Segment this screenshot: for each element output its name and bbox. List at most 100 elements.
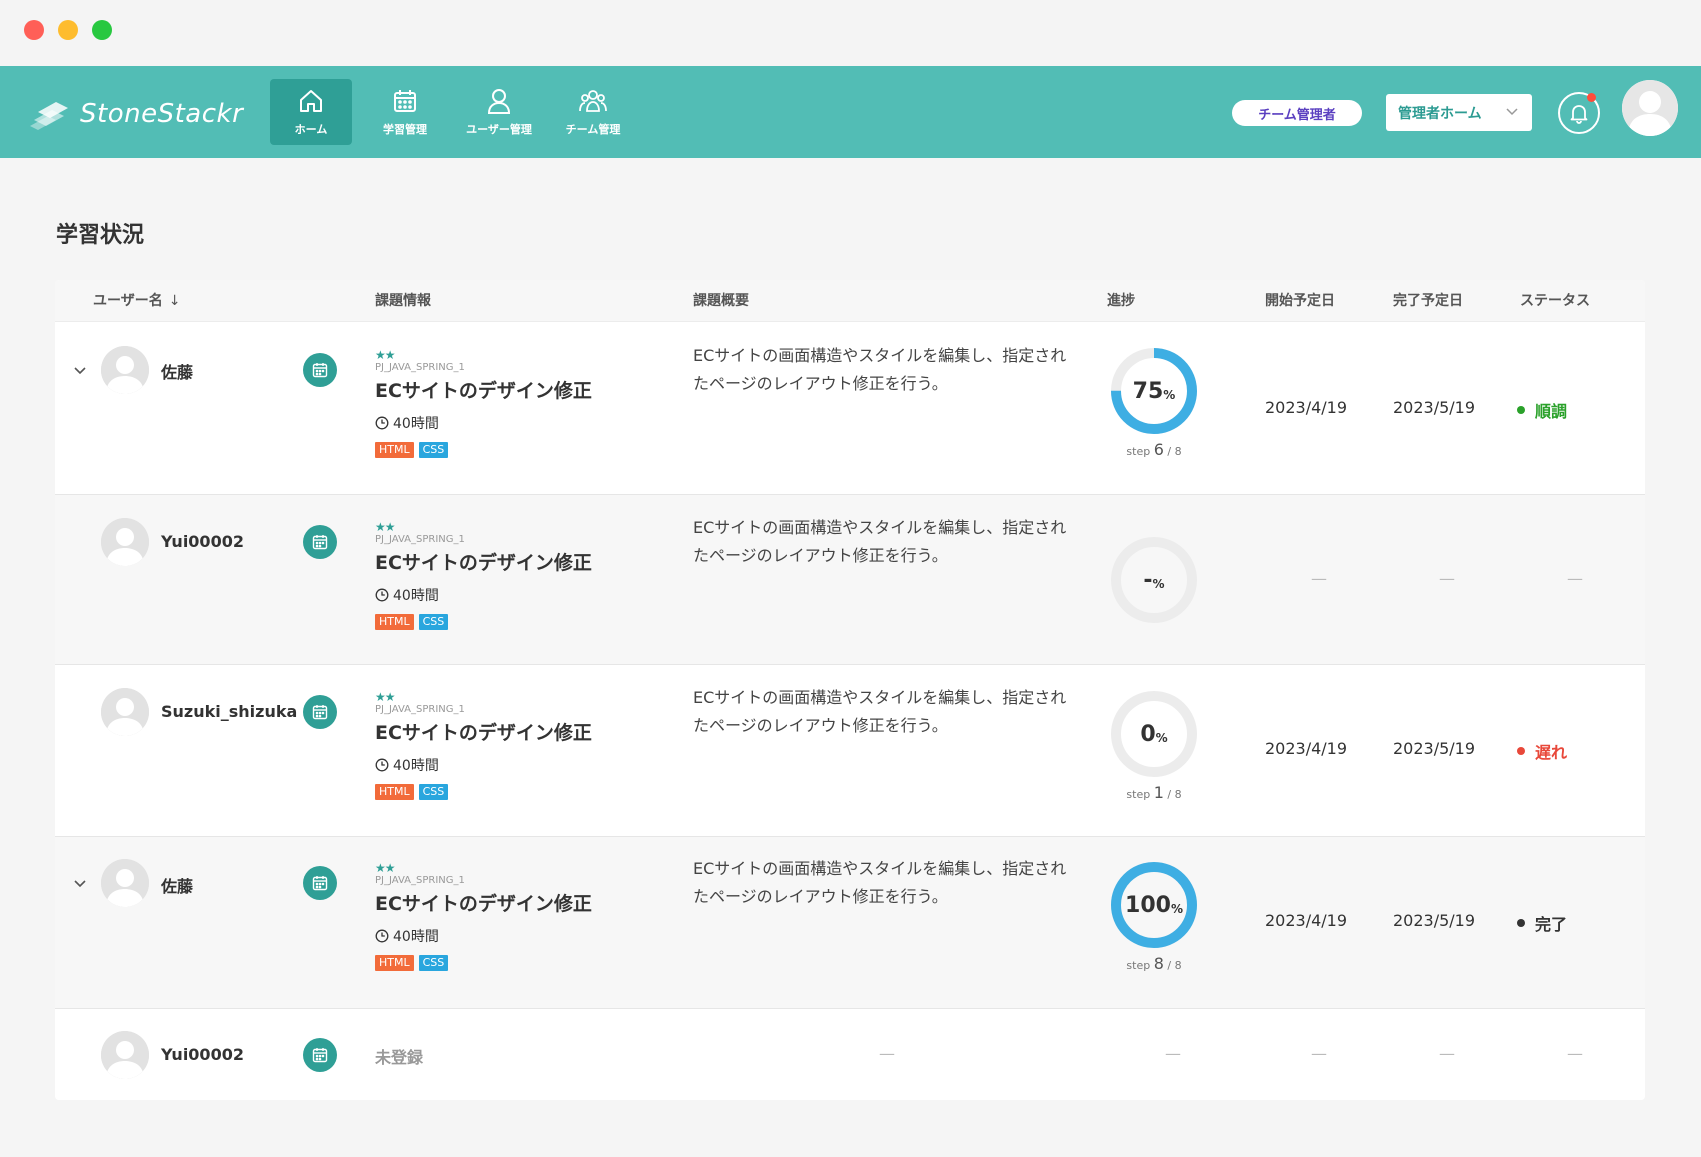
avatar: [101, 346, 149, 394]
tag-css: CSS: [418, 784, 449, 800]
user-avatar-icon: [1622, 80, 1678, 136]
task-code: PJ_JAVA_SPRING_1: [375, 875, 465, 886]
progress-indicator: -%: [1107, 533, 1201, 627]
user-icon: [487, 89, 511, 114]
task-title: ECサイトのデザイン修正: [375, 380, 592, 402]
column-user-label: ユーザー名: [93, 293, 163, 309]
step-label: step: [1126, 788, 1151, 801]
task-info[interactable]: ★★ PJ_JAVA_SPRING_1 ECサイトのデザイン修正 40時間 HT…: [375, 861, 592, 971]
status-badge: 完了: [1517, 911, 1567, 935]
status-label: 順調: [1535, 402, 1568, 421]
app-window: StoneStackr ホーム 学習管理 ユーザー管理 チーム管理 チーム管理者…: [0, 0, 1701, 1157]
task-hours-value: 40時間: [393, 758, 439, 774]
notification-button[interactable]: [1558, 92, 1600, 134]
nav-users[interactable]: ユーザー管理: [458, 79, 540, 145]
minimize-window-button[interactable]: [58, 20, 78, 40]
progress-indicator: 100% step 8 / 8: [1107, 858, 1201, 973]
status-dot: [1517, 919, 1525, 927]
task-info[interactable]: ★★ PJ_JAVA_SPRING_1 ECサイトのデザイン修正 40時間 HT…: [375, 690, 592, 800]
task-code: PJ_JAVA_SPRING_1: [375, 534, 465, 545]
sort-down-icon[interactable]: ↓: [169, 280, 181, 322]
difficulty-stars: ★★: [375, 861, 396, 875]
tag-css: CSS: [418, 955, 449, 971]
nav-teams-label: チーム管理: [565, 123, 621, 136]
nav-learning[interactable]: 学習管理: [364, 79, 446, 145]
status-dot: [1517, 406, 1525, 414]
task-info[interactable]: ★★ PJ_JAVA_SPRING_1 ECサイトのデザイン修正 40時間 HT…: [375, 520, 592, 630]
schedule-button[interactable]: [303, 1038, 337, 1072]
task-summary: ECサイトの画面構造やスタイルを編集し、指定されたページのレイアウト修正を行う。: [693, 859, 1067, 906]
task-info[interactable]: ★★ PJ_JAVA_SPRING_1 ECサイトのデザイン修正 40時間 HT…: [375, 348, 592, 458]
schedule-button[interactable]: [303, 695, 337, 729]
progress-percent: -%: [1107, 533, 1201, 627]
task-hours-value: 40時間: [393, 416, 439, 432]
summary-empty: —: [879, 1044, 895, 1063]
admin-home-select-value: 管理者ホーム: [1398, 105, 1482, 122]
progress-value: 0: [1140, 721, 1156, 747]
avatar: [101, 518, 149, 566]
nav-learning-label: 学習管理: [383, 123, 427, 136]
schedule-button[interactable]: [303, 525, 337, 559]
bell-icon: [1570, 105, 1588, 124]
end-date-empty: —: [1439, 569, 1455, 588]
learning-status-table: ユーザー名 ↓ 課題情報 課題概要 進捗 開始予定日 完了予定日 ステータス 佐藤…: [55, 280, 1645, 1100]
progress-percent: 75%: [1107, 344, 1201, 438]
chevron-down-icon[interactable]: [72, 362, 88, 378]
close-window-button[interactable]: [24, 20, 44, 40]
end-date: 2023/5/19: [1393, 398, 1476, 417]
step-current: 1: [1153, 783, 1164, 802]
avatar: [101, 688, 149, 736]
app-logo[interactable]: StoneStackr: [26, 92, 243, 136]
column-header-status: ステータス: [1520, 293, 1590, 309]
clock-icon: [375, 758, 389, 772]
schedule-button[interactable]: [303, 866, 337, 900]
task-hours-value: 40時間: [393, 588, 439, 604]
status-badge: 遅れ: [1517, 739, 1567, 763]
table-row[interactable]: Suzuki_shizuka ★★ PJ_JAVA_SPRING_1 ECサイト…: [55, 665, 1645, 837]
progress-value: -: [1143, 567, 1153, 593]
task-code: PJ_JAVA_SPRING_1: [375, 362, 465, 373]
progress-value: 100: [1125, 892, 1171, 918]
tag-html: HTML: [375, 784, 414, 800]
calendar-icon: [312, 876, 328, 891]
app-name: StoneStackr: [80, 99, 244, 129]
tag-css: CSS: [418, 442, 449, 458]
maximize-window-button[interactable]: [92, 20, 112, 40]
clock-icon: [375, 416, 389, 430]
nav-teams[interactable]: チーム管理: [552, 79, 634, 145]
tag-list: HTML CSS: [375, 955, 592, 971]
calendar-icon: [394, 90, 416, 112]
nav-home[interactable]: ホーム: [270, 79, 352, 145]
chevron-down-icon[interactable]: [72, 875, 88, 891]
progress-percent: 0%: [1107, 687, 1201, 781]
admin-home-select[interactable]: 管理者ホーム: [1386, 94, 1532, 131]
step-current: 8: [1153, 954, 1164, 973]
calendar-icon: [312, 1048, 328, 1063]
progress-donut: -%: [1107, 533, 1201, 627]
progress-indicator: 75% step 6 / 8: [1107, 344, 1201, 459]
column-header-user[interactable]: ユーザー名 ↓: [93, 280, 180, 322]
tag-list: HTML CSS: [375, 442, 592, 458]
profile-avatar[interactable]: [1622, 80, 1678, 136]
calendar-icon: [312, 363, 328, 378]
schedule-button[interactable]: [303, 353, 337, 387]
progress-donut: 75%: [1107, 344, 1201, 438]
table-row[interactable]: 佐藤 ★★ PJ_JAVA_SPRING_1 ECサイトのデザイン修正 40時間…: [55, 322, 1645, 495]
status-badge: 順調: [1517, 398, 1567, 422]
nav-home-label: ホーム: [294, 123, 328, 136]
task-title: ECサイトのデザイン修正: [375, 722, 592, 744]
table-row[interactable]: Yui00002 ★★ PJ_JAVA_SPRING_1 ECサイトのデザイン修…: [55, 495, 1645, 665]
table-row[interactable]: 佐藤 ★★ PJ_JAVA_SPRING_1 ECサイトのデザイン修正 40時間…: [55, 837, 1645, 1009]
column-header-end-date: 完了予定日: [1393, 293, 1463, 309]
progress-indicator: 0% step 1 / 8: [1107, 687, 1201, 802]
end-date: 2023/5/19: [1393, 739, 1476, 758]
tag-list: HTML CSS: [375, 614, 592, 630]
notification-badge: [1587, 93, 1596, 102]
progress-donut: 0%: [1107, 687, 1201, 781]
progress-value: 75: [1132, 378, 1164, 404]
start-date: 2023/4/19: [1265, 398, 1348, 417]
task-hours: 40時間: [375, 926, 592, 946]
task-hours: 40時間: [375, 755, 592, 775]
task-summary: ECサイトの画面構造やスタイルを編集し、指定されたページのレイアウト修正を行う。: [693, 688, 1067, 735]
table-row[interactable]: Yui00002 未登録 — — — — —: [55, 1009, 1645, 1100]
